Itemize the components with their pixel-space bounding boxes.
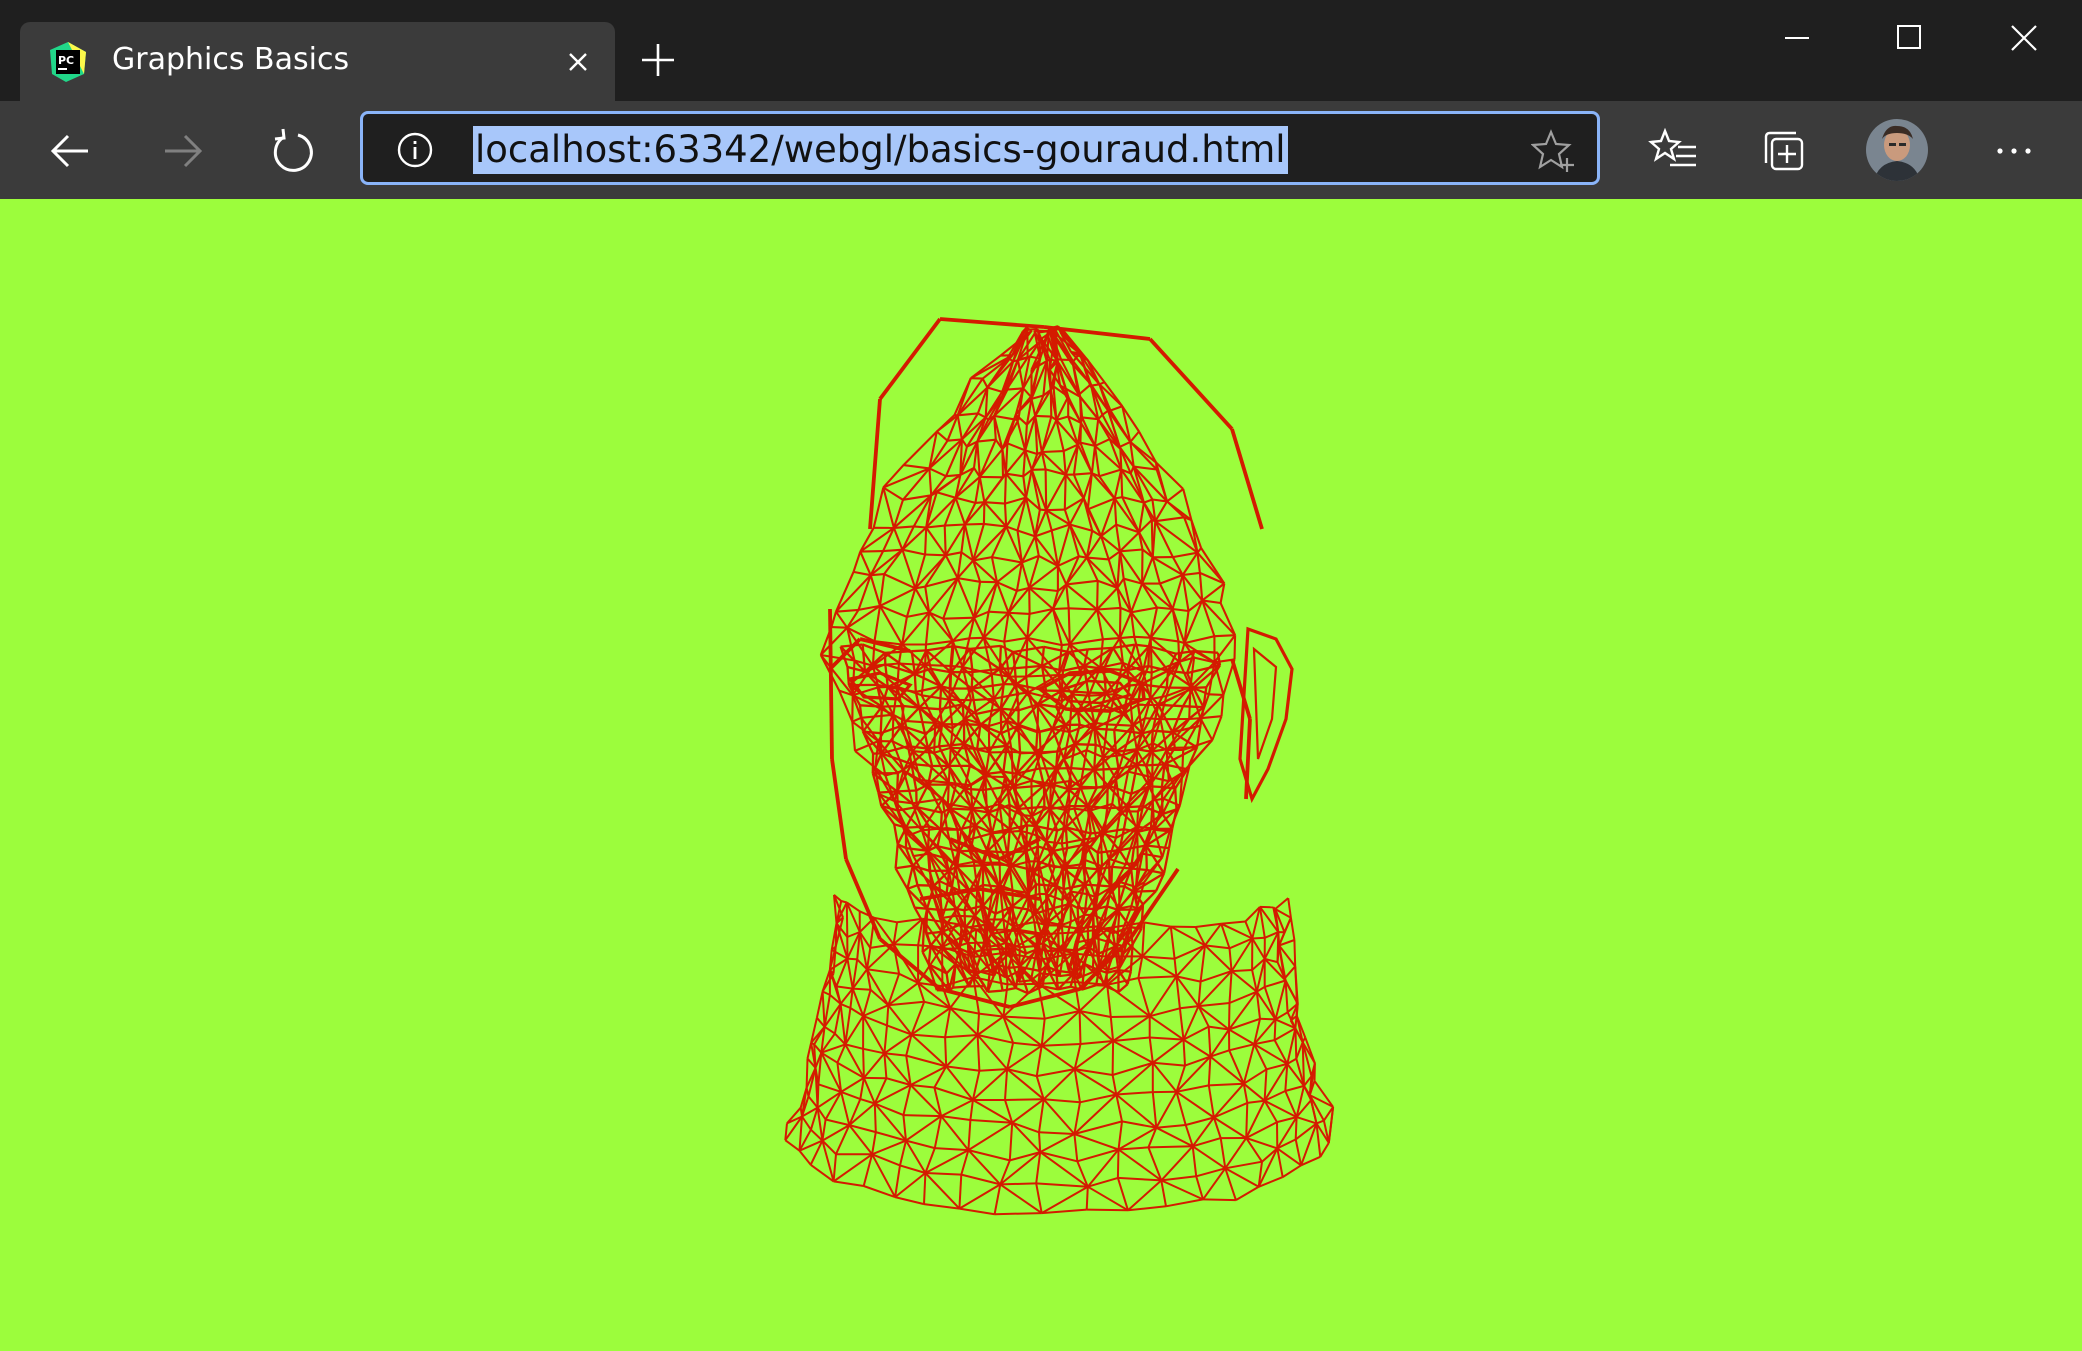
new-tab-plus-icon[interactable] [636, 38, 680, 82]
maximize-window-icon[interactable] [1880, 14, 1940, 62]
info-icon[interactable] [395, 130, 435, 170]
forward-arrow-icon[interactable] [153, 123, 209, 179]
url-text[interactable]: localhost:63342/webgl/basics-gouraud.htm… [473, 126, 1288, 174]
favorites-icon[interactable] [1648, 125, 1700, 177]
wireframe-head [784, 317, 1335, 1216]
refresh-icon[interactable] [264, 123, 320, 179]
webgl-canvas[interactable] [0, 199, 2082, 1351]
profile-photo-icon [1866, 119, 1928, 181]
collections-icon[interactable] [1758, 125, 1810, 177]
add-favorite-star-icon[interactable] [1531, 128, 1577, 174]
address-bar[interactable]: localhost:63342/webgl/basics-gouraud.htm… [360, 111, 1600, 185]
tab-title: Graphics Basics [112, 42, 350, 77]
close-window-icon[interactable] [1994, 14, 2054, 62]
more-menu-icon[interactable] [1988, 125, 2040, 177]
page-viewport [0, 199, 2082, 1351]
back-arrow-icon[interactable] [44, 123, 100, 179]
title-bar: PC Graphics Basics [0, 0, 2082, 101]
browser-window: PC Graphics Basics localhost:63342/webgl… [0, 0, 2082, 1351]
browser-toolbar: localhost:63342/webgl/basics-gouraud.htm… [0, 101, 2082, 199]
close-tab-icon[interactable] [560, 44, 596, 80]
svg-text:PC: PC [58, 54, 74, 67]
profile-avatar[interactable] [1866, 119, 1928, 181]
pycharm-icon: PC [50, 42, 86, 82]
minimize-window-icon[interactable] [1767, 14, 1827, 62]
browser-tab[interactable]: PC Graphics Basics [20, 22, 615, 101]
